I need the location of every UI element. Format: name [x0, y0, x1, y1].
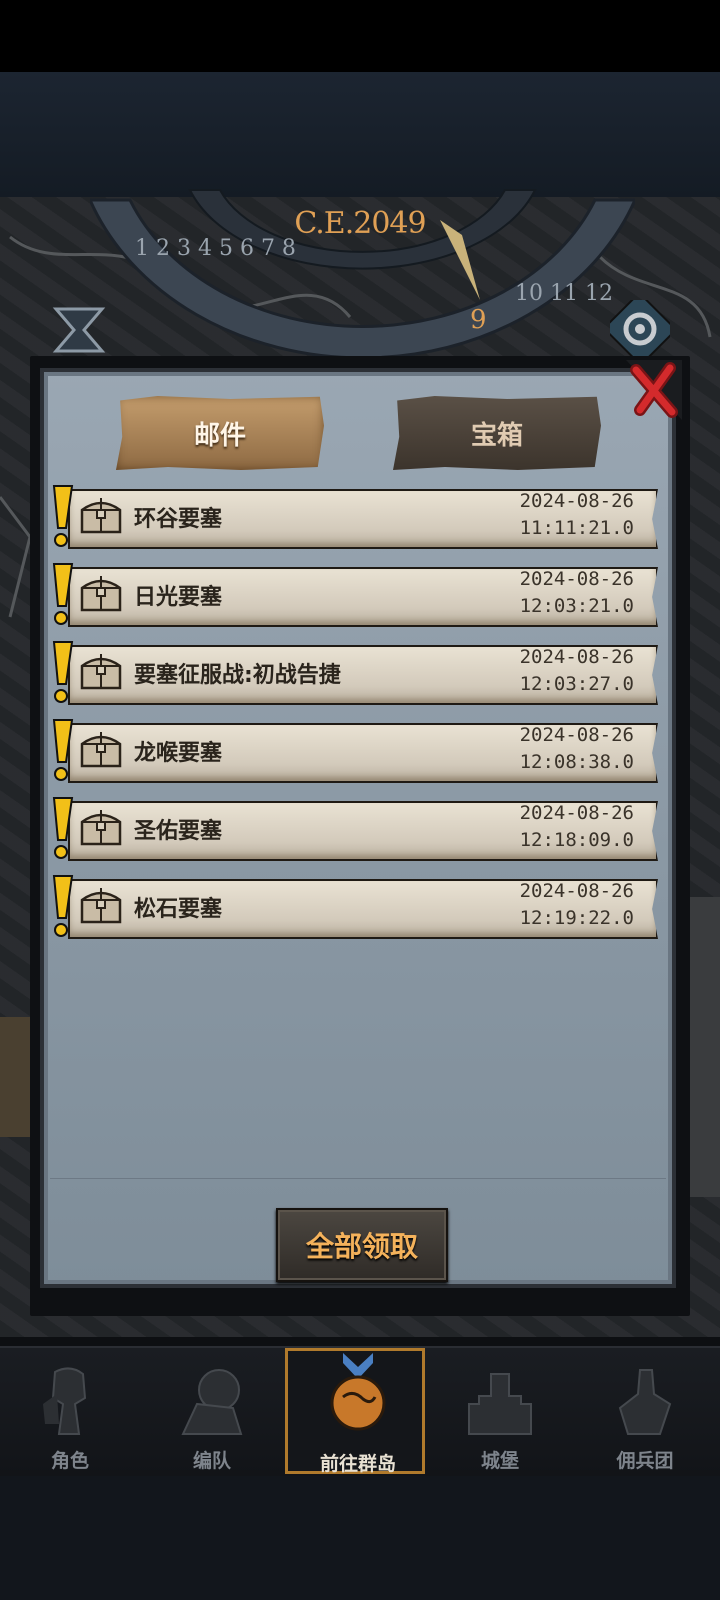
chest-icon	[80, 732, 122, 768]
mail-item[interactable]: 龙喉要塞 2024-08-26 12:08:38.0	[50, 719, 658, 790]
unread-exclamation-icon	[52, 797, 74, 859]
globe-icon	[330, 1353, 386, 1431]
gear-icon[interactable]	[610, 300, 670, 358]
chest-icon	[80, 498, 122, 534]
knight-icon	[43, 1367, 87, 1435]
tab-chest[interactable]: 宝箱	[393, 396, 601, 470]
svg-text:9: 9	[470, 305, 487, 335]
castle-icon	[468, 1373, 532, 1435]
mail-title: 龙喉要塞	[134, 741, 223, 766]
mail-time: 11:11:21.0	[519, 517, 634, 539]
hourglass-icon[interactable]	[48, 305, 110, 355]
mercenary-icon	[618, 1369, 672, 1435]
bottom-nav: 角色 编队 前往群岛 城堡 佣兵团	[0, 1346, 720, 1478]
close-icon[interactable]	[626, 360, 682, 420]
claim-all-button[interactable]: 全部领取	[276, 1208, 448, 1282]
mail-title: 松石要塞	[134, 897, 223, 922]
navigation-bar-area	[0, 1476, 720, 1600]
calendar-dial: 1 2 3 4 5 6 7 8 9 10 11 12	[90, 189, 635, 360]
mail-item[interactable]: 圣佑要塞 2024-08-26 12:18:09.0	[50, 797, 658, 868]
svg-text:10 11 12: 10 11 12	[515, 281, 613, 306]
mail-title: 日光要塞	[134, 585, 223, 610]
unread-exclamation-icon	[52, 641, 74, 703]
chest-icon	[80, 810, 122, 846]
mail-time: 12:03:27.0	[519, 673, 634, 695]
nav-item-islands[interactable]: 前往群岛	[285, 1348, 425, 1475]
nav-label: 编队	[192, 1450, 231, 1472]
status-bar	[0, 0, 720, 72]
chest-icon	[80, 654, 122, 690]
mail-date: 2024-08-26	[519, 490, 634, 512]
nav-label: 城堡	[480, 1450, 519, 1472]
mail-item[interactable]: 日光要塞 2024-08-26 12:03:21.0	[50, 563, 658, 634]
mail-time: 12:18:09.0	[519, 829, 634, 851]
mail-date: 2024-08-26	[519, 880, 634, 902]
mail-date: 2024-08-26	[519, 568, 634, 590]
nav-item-character[interactable]: 角色	[0, 1348, 140, 1474]
mail-title: 要塞征服战:初战告捷	[134, 663, 341, 688]
nav-item-team[interactable]: 编队	[142, 1348, 282, 1474]
mail-title: 圣佑要塞	[134, 819, 223, 844]
team-icon	[181, 1369, 243, 1435]
nav-label: 佣兵团	[616, 1450, 674, 1472]
mail-item[interactable]: 环谷要塞 2024-08-26 11:11:21.0	[50, 485, 658, 556]
mail-time: 12:19:22.0	[519, 907, 634, 929]
unread-exclamation-icon	[52, 563, 74, 625]
mail-date: 2024-08-26	[519, 724, 634, 746]
unread-exclamation-icon	[52, 485, 74, 547]
chest-icon	[80, 888, 122, 924]
mail-item[interactable]: 松石要塞 2024-08-26 12:19:22.0	[50, 875, 658, 946]
nav-item-mercenary[interactable]: 佣兵团	[575, 1348, 715, 1474]
unread-exclamation-icon	[52, 719, 74, 781]
nav-label: 角色	[50, 1450, 89, 1472]
nav-label: 前往群岛	[319, 1453, 396, 1475]
nav-item-castle[interactable]: 城堡	[430, 1348, 570, 1474]
unread-exclamation-icon	[52, 875, 74, 937]
chest-icon	[80, 576, 122, 612]
tab-mail[interactable]: 邮件	[116, 396, 324, 470]
mail-time: 12:08:38.0	[519, 751, 634, 773]
mail-title: 环谷要塞	[134, 507, 223, 532]
year-label: C.E.2049	[294, 206, 426, 241]
mail-item[interactable]: 要塞征服战:初战告捷 2024-08-26 12:03:27.0	[50, 641, 658, 712]
mail-date: 2024-08-26	[519, 802, 634, 824]
mail-time: 12:03:21.0	[519, 595, 634, 617]
mail-date: 2024-08-26	[519, 646, 634, 668]
